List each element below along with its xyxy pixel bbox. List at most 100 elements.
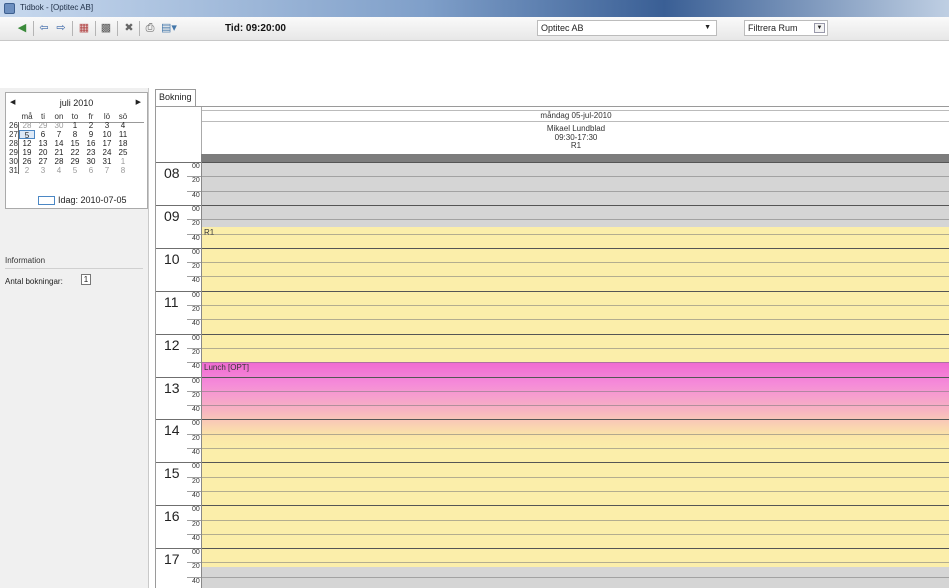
grid-slot-line: [202, 390, 949, 392]
calendar-day[interactable]: 30: [83, 157, 99, 166]
calendar-day[interactable]: 6: [35, 130, 51, 139]
app-icon: [4, 3, 15, 14]
calendar-day[interactable]: 31: [99, 157, 115, 166]
calendar-day[interactable]: 17: [99, 139, 115, 148]
calendar-month: juli 2010: [59, 98, 94, 108]
minute-label: 40: [192, 234, 200, 242]
minute-label: 40: [192, 577, 200, 585]
company-dropdown[interactable]: Optitec AB ▼: [537, 20, 717, 36]
tab-bokning[interactable]: Bokning: [155, 89, 196, 107]
week-number: 27: [9, 130, 18, 139]
calendar-day[interactable]: 1: [115, 157, 131, 166]
minute-label: 20: [192, 434, 200, 442]
minute-divider: [187, 233, 201, 235]
calendar-day[interactable]: 2: [19, 166, 35, 175]
calendar-week-row: 27 5 6 7 8 9 10 11: [9, 130, 131, 140]
minute-label: 40: [192, 534, 200, 542]
calendar-day[interactable]: 7: [99, 166, 115, 175]
calendar-day[interactable]: 29: [35, 121, 51, 130]
booking-r1-afternoon[interactable]: [202, 449, 949, 567]
chevron-down-icon[interactable]: ▼: [814, 23, 825, 33]
minute-label: 20: [192, 348, 200, 356]
calendar-day[interactable]: 26: [19, 157, 35, 166]
calendar-day[interactable]: 25: [115, 148, 131, 157]
calendar-day[interactable]: 20: [35, 148, 51, 157]
week-number: 30: [9, 157, 18, 166]
print-icon[interactable]: ⎙: [142, 21, 158, 36]
week-icon[interactable]: ▩: [98, 21, 114, 36]
grid-hour-line: [202, 376, 949, 378]
hour-label: 09: [164, 207, 180, 224]
calendar-day[interactable]: 5: [19, 130, 35, 140]
week-number: 28: [9, 139, 18, 148]
calendar-day[interactable]: 24: [99, 148, 115, 157]
grid-slot-line: [202, 176, 949, 178]
calendar-day[interactable]: 8: [67, 130, 83, 139]
calendar-day[interactable]: 3: [35, 166, 51, 175]
back-icon[interactable]: ⇦: [36, 21, 52, 36]
calendar-day[interactable]: 9: [83, 130, 99, 139]
calendar-icon[interactable]: ▦: [76, 21, 92, 36]
calendar-day[interactable]: 10: [99, 130, 115, 139]
calendar-day[interactable]: 15: [67, 139, 83, 148]
hour-label: 17: [164, 551, 180, 568]
day-grid[interactable]: R1 Lunch [OPT]: [201, 162, 949, 588]
grid-slot-line: [202, 433, 949, 435]
calendar-day[interactable]: 21: [51, 148, 67, 157]
calendar-day[interactable]: 14: [51, 139, 67, 148]
report-icon[interactable]: ▤▾: [160, 21, 178, 36]
minute-label: 00: [192, 420, 200, 428]
minute-divider: [187, 190, 201, 192]
calendar-day[interactable]: 13: [35, 139, 51, 148]
toolbar-separator: [117, 21, 118, 36]
calendar-day[interactable]: 18: [115, 139, 131, 148]
calendar-day[interactable]: 12: [19, 139, 35, 148]
grid-slot-line: [202, 448, 949, 449]
bookings-label: Antal bokningar:: [5, 277, 63, 286]
calendar-day[interactable]: 16: [83, 139, 99, 148]
calendar-day[interactable]: 7: [51, 130, 67, 139]
calendar-day[interactable]: 22: [67, 148, 83, 157]
hour-label: 08: [164, 165, 180, 181]
calendar-day[interactable]: 30: [51, 121, 67, 130]
calendar-day[interactable]: 3: [99, 121, 115, 130]
calendar-day[interactable]: 11: [115, 130, 131, 139]
minute-label: 00: [192, 463, 200, 471]
calendar-day[interactable]: 1: [67, 121, 83, 130]
tidbok-window: Tidbok - [Optitec AB] ◀ ⇦ ⇨ ▦ ▩ ✖ ⎙ ▤▾ T…: [0, 0, 949, 588]
calendar-day[interactable]: 28: [51, 157, 67, 166]
next-month-icon[interactable]: ▶: [136, 98, 141, 106]
calendar-day[interactable]: 19: [19, 148, 35, 157]
exit-icon[interactable]: ◀: [14, 21, 30, 36]
weekday-header: fr: [88, 112, 94, 121]
calendar-day[interactable]: 2: [83, 121, 99, 130]
tools-icon[interactable]: ✖: [121, 21, 137, 36]
room-filter-dropdown[interactable]: Filtrera Rum ▼: [744, 20, 828, 36]
toolbar-separator: [72, 21, 73, 36]
grid-slot-line: [202, 490, 949, 492]
calendar-day[interactable]: 4: [115, 121, 131, 130]
calendar-day[interactable]: 23: [83, 148, 99, 157]
info-title: Information: [5, 256, 46, 265]
calendar-day[interactable]: 27: [35, 157, 51, 166]
minute-label: 40: [192, 406, 200, 414]
minute-label: 40: [192, 363, 200, 371]
calendar-week-row: 31 2 3 4 5 6 7 8: [9, 166, 131, 175]
grid-slot-line: [202, 519, 949, 521]
toolbar: ◀ ⇦ ⇨ ▦ ▩ ✖ ⎙ ▤▾ Tid: 09:20:00 Optitec A…: [0, 17, 949, 41]
minute-label: 00: [192, 163, 200, 170]
minute-divider: [187, 519, 201, 521]
minute-divider: [187, 562, 201, 564]
minute-divider: [187, 276, 201, 278]
calendar-day[interactable]: 28: [19, 121, 35, 130]
hour-label: 10: [164, 250, 180, 267]
calendar-day[interactable]: 4: [51, 166, 67, 175]
forward-icon[interactable]: ⇨: [53, 21, 69, 36]
calendar-day[interactable]: 5: [67, 166, 83, 175]
calendar-day[interactable]: 8: [115, 166, 131, 175]
calendar-day[interactable]: 6: [83, 166, 99, 175]
calendar-grid: må ti on to fr lö sö 26 28 29 30 1 2 3 4 27 5 6 7 8 9 10 11 28 1…: [9, 112, 131, 175]
calendar-day[interactable]: 29: [67, 157, 83, 166]
grid-hour-line: [202, 290, 949, 292]
today-link[interactable]: Idag: 2010-07-05: [38, 195, 127, 206]
